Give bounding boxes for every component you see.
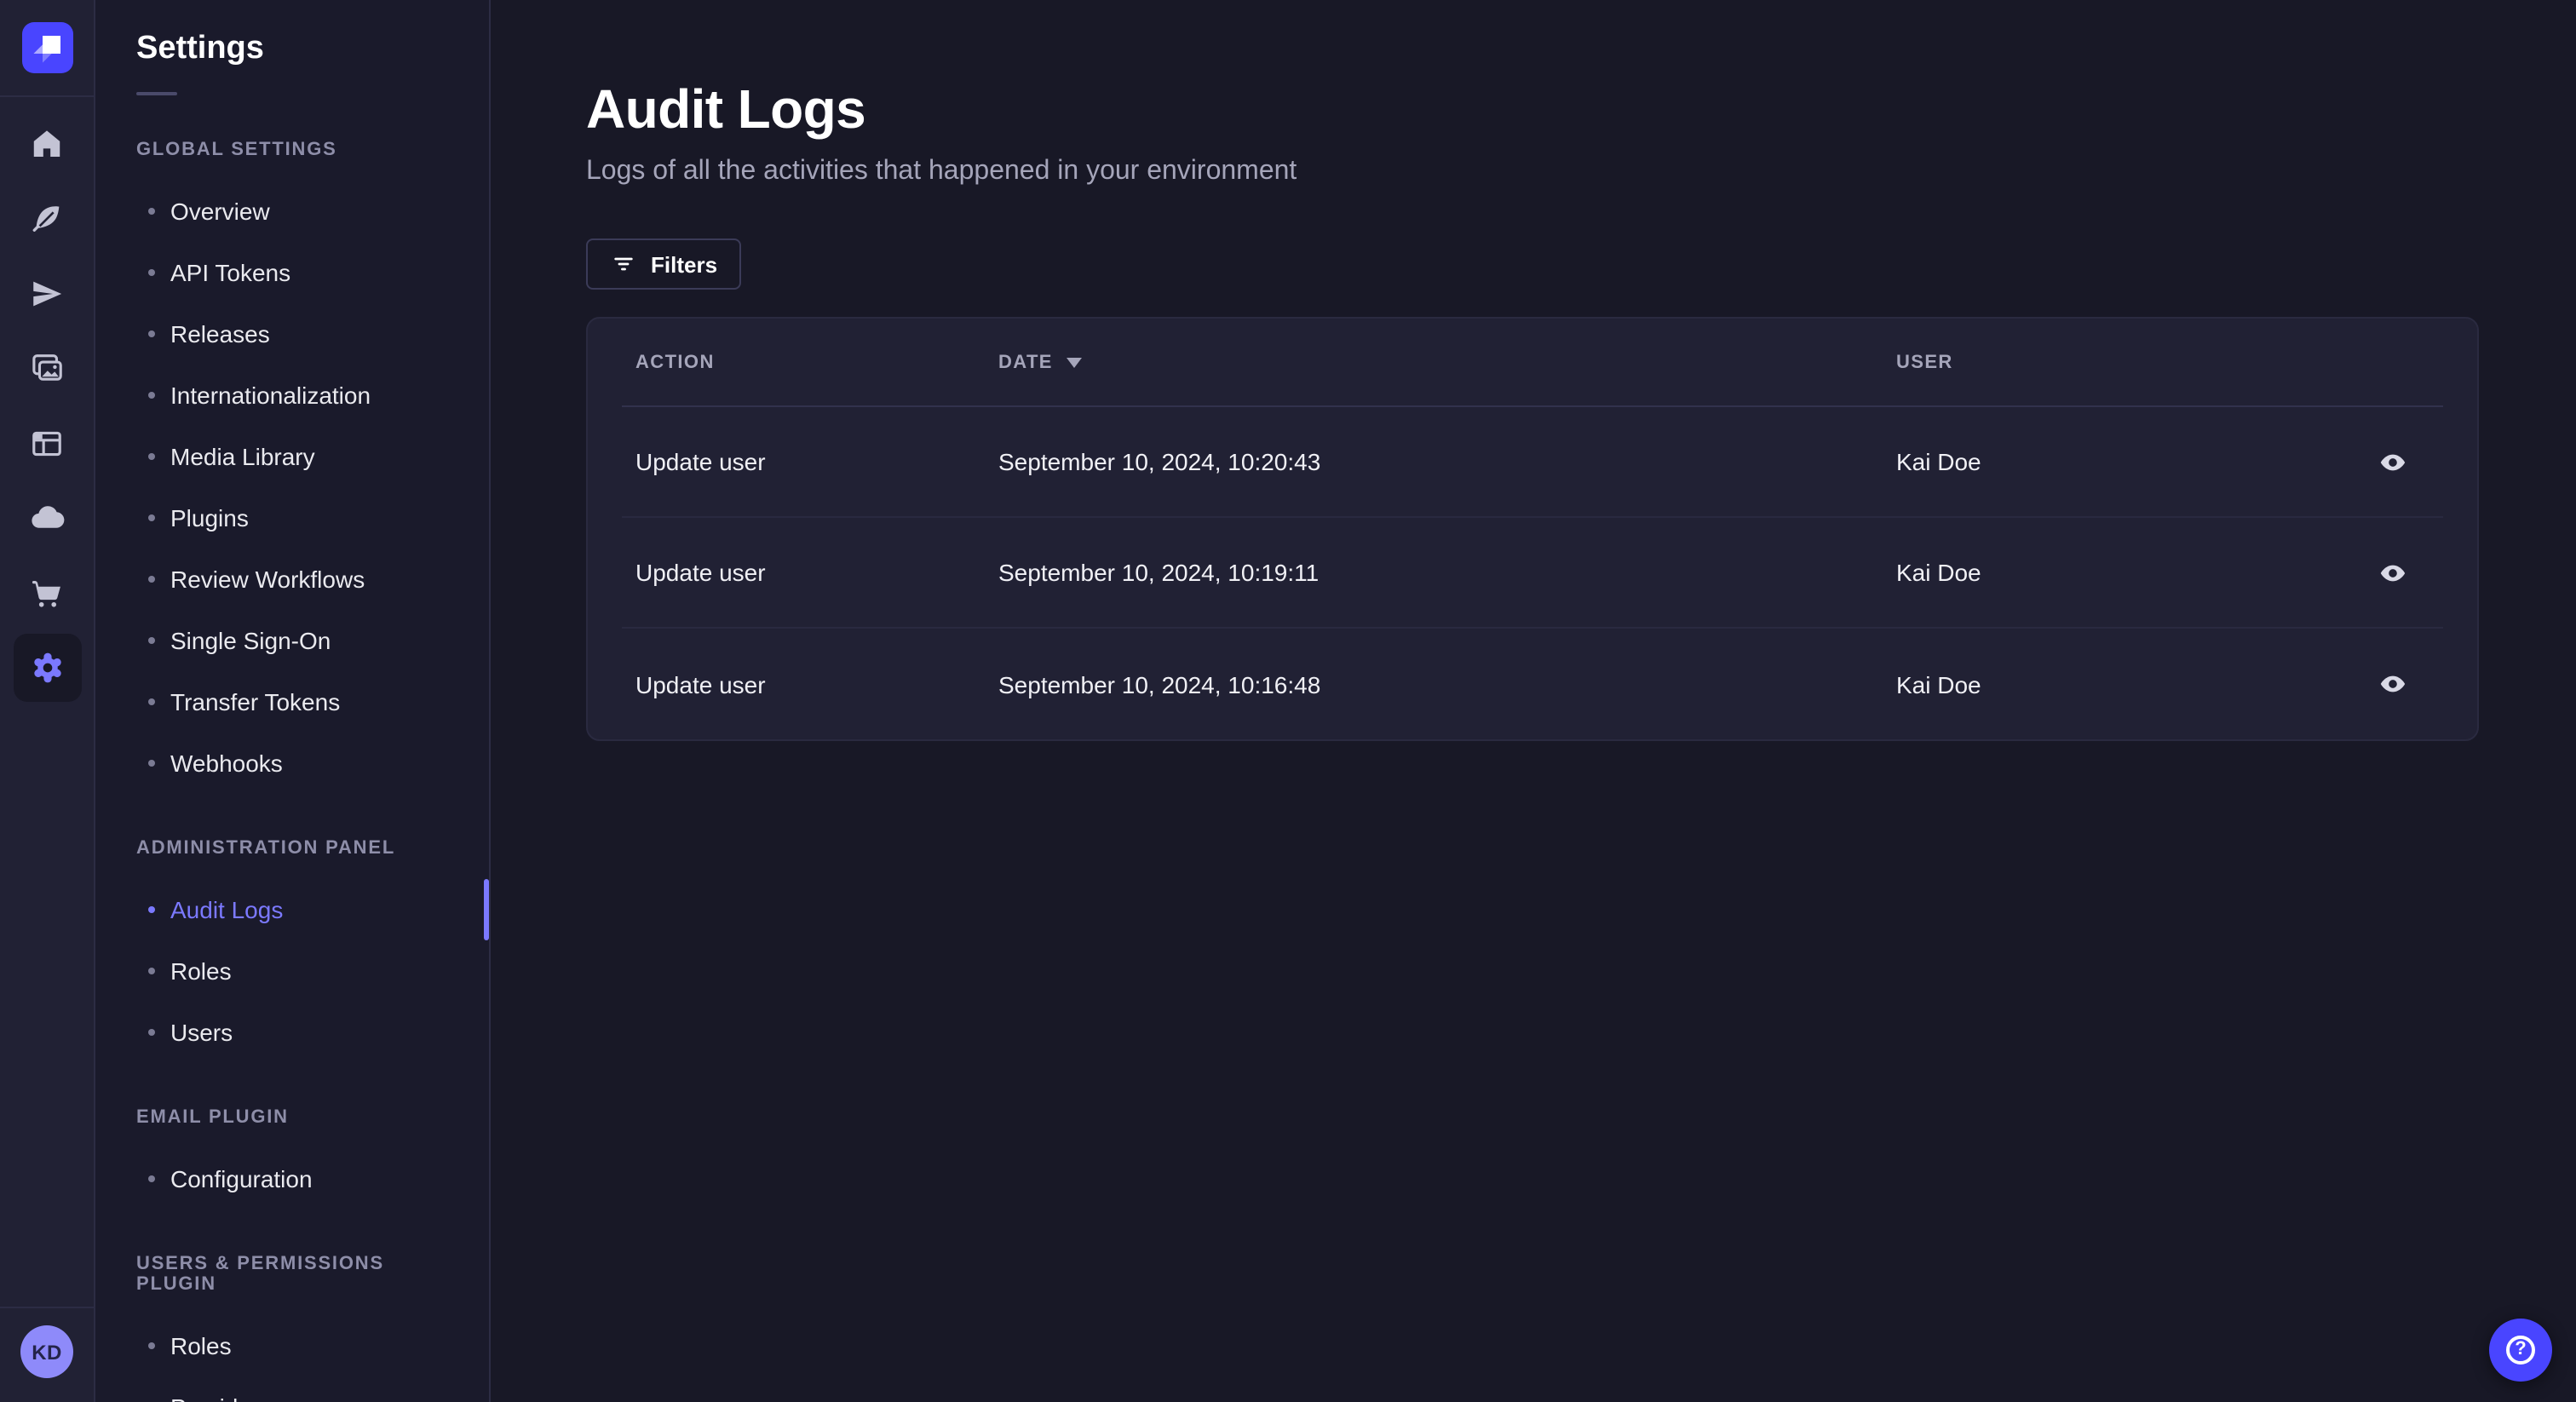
column-header-action: Action [635, 352, 715, 372]
nav-media-library-button[interactable] [13, 334, 81, 402]
question-mark-icon: ? [2506, 1336, 2535, 1365]
nav-content-manager-button[interactable] [13, 184, 81, 252]
paper-plane-icon [33, 280, 62, 306]
layout-icon [32, 430, 61, 456]
user-cell: Kai Doe [1896, 559, 1981, 586]
email-plugin-list: Configuration [95, 1148, 489, 1210]
sidebar-item-plugins[interactable]: Plugins [95, 487, 489, 549]
caret-down-icon [1066, 357, 1082, 367]
table-row: Update user September 10, 2024, 10:19:11… [622, 518, 2443, 629]
nav-home-button[interactable] [13, 109, 81, 177]
settings-subnav: Settings GLOBAL SETTINGS Overview API To… [95, 0, 491, 1402]
view-log-button[interactable] [2368, 438, 2416, 486]
action-cell: Update user [635, 448, 766, 475]
date-cell: September 10, 2024, 10:16:48 [998, 670, 1321, 698]
feather-icon [32, 205, 60, 231]
table-header-row: Action Date User [622, 319, 2443, 407]
main-content: Audit Logs Logs of all the activities th… [491, 0, 2576, 1402]
strapi-logo[interactable] [21, 22, 72, 73]
sidebar-item-up-roles[interactable]: Roles [95, 1315, 489, 1376]
home-icon [33, 129, 60, 157]
subnav-title: Settings [136, 31, 264, 66]
page-subtitle: Logs of all the activities that happened… [586, 157, 1297, 186]
nav-content-type-builder-button[interactable] [13, 409, 81, 477]
column-header-date[interactable]: Date [998, 352, 1896, 372]
sidebar-item-overview[interactable]: Overview [95, 181, 489, 242]
section-label-users-permissions-plugin: USERS & PERMISSIONS PLUGIN [136, 1254, 384, 1295]
date-cell: September 10, 2024, 10:19:11 [998, 559, 1320, 586]
rail-bottom-divider [0, 1307, 94, 1308]
strapi-logo-icon [32, 36, 60, 63]
column-header-user: User [1896, 352, 1953, 372]
view-log-button[interactable] [2368, 660, 2416, 708]
sidebar-item-transfer-tokens[interactable]: Transfer Tokens [95, 671, 489, 733]
filters-button-label: Filters [651, 251, 718, 277]
users-permissions-plugin-list: Roles Providers [95, 1315, 489, 1402]
date-cell: September 10, 2024, 10:20:43 [998, 448, 1321, 475]
filter-lines-icon [614, 257, 633, 271]
app-window: KD Settings GLOBAL SETTINGS Overview API… [0, 0, 2576, 1402]
sidebar-item-webhooks[interactable]: Webhooks [95, 733, 489, 794]
subnav-title-rule [136, 92, 177, 95]
user-cell: Kai Doe [1896, 670, 1981, 698]
filters-button[interactable]: Filters [586, 238, 742, 290]
action-cell: Update user [635, 670, 766, 698]
eye-icon [2379, 675, 2405, 692]
column-header-date-label: Date [998, 352, 1053, 372]
section-label-global-settings: GLOBAL SETTINGS [136, 140, 337, 160]
action-cell: Update user [635, 559, 766, 586]
sidebar-item-media-library[interactable]: Media Library [95, 426, 489, 487]
nav-marketplace-button[interactable] [13, 559, 81, 627]
sidebar-item-admin-roles[interactable]: Roles [95, 940, 489, 1002]
help-button[interactable]: ? [2489, 1319, 2552, 1382]
nav-deploy-button[interactable] [13, 484, 81, 552]
pictures-icon [32, 354, 61, 381]
gear-icon [33, 652, 60, 683]
table-row: Update user September 10, 2024, 10:16:48… [622, 629, 2443, 739]
sidebar-item-api-tokens[interactable]: API Tokens [95, 242, 489, 303]
main-nav-rail: KD [0, 0, 95, 1402]
sidebar-item-admin-users[interactable]: Users [95, 1002, 489, 1063]
sidebar-item-releases[interactable]: Releases [95, 303, 489, 365]
sidebar-item-up-providers[interactable]: Providers [95, 1376, 489, 1402]
section-label-administration-panel: ADMINISTRATION PANEL [136, 838, 396, 859]
administration-panel-list: Audit Logs Roles Users [95, 879, 489, 1063]
sidebar-item-single-sign-on[interactable]: Single Sign-On [95, 610, 489, 671]
sidebar-item-email-configuration[interactable]: Configuration [95, 1148, 489, 1210]
page-title: Audit Logs [586, 78, 866, 140]
nav-settings-button[interactable] [13, 634, 81, 702]
nav-releases-button[interactable] [13, 259, 81, 327]
table-row: Update user September 10, 2024, 10:20:43… [622, 407, 2443, 518]
cloud-icon [31, 506, 64, 528]
view-log-button[interactable] [2368, 549, 2416, 596]
sidebar-item-audit-logs[interactable]: Audit Logs [95, 879, 489, 940]
user-avatar[interactable]: KD [20, 1325, 73, 1378]
sidebar-item-internationalization[interactable]: Internationalization [95, 365, 489, 426]
section-label-email-plugin: EMAIL PLUGIN [136, 1107, 289, 1128]
eye-icon [2379, 564, 2405, 581]
eye-icon [2379, 453, 2405, 470]
shopping-cart-icon [32, 579, 60, 606]
global-settings-list: Overview API Tokens Releases Internation… [95, 181, 489, 794]
sidebar-item-review-workflows[interactable]: Review Workflows [95, 549, 489, 610]
user-cell: Kai Doe [1896, 448, 1981, 475]
audit-logs-table: Action Date User Update user September 1… [586, 317, 2479, 741]
